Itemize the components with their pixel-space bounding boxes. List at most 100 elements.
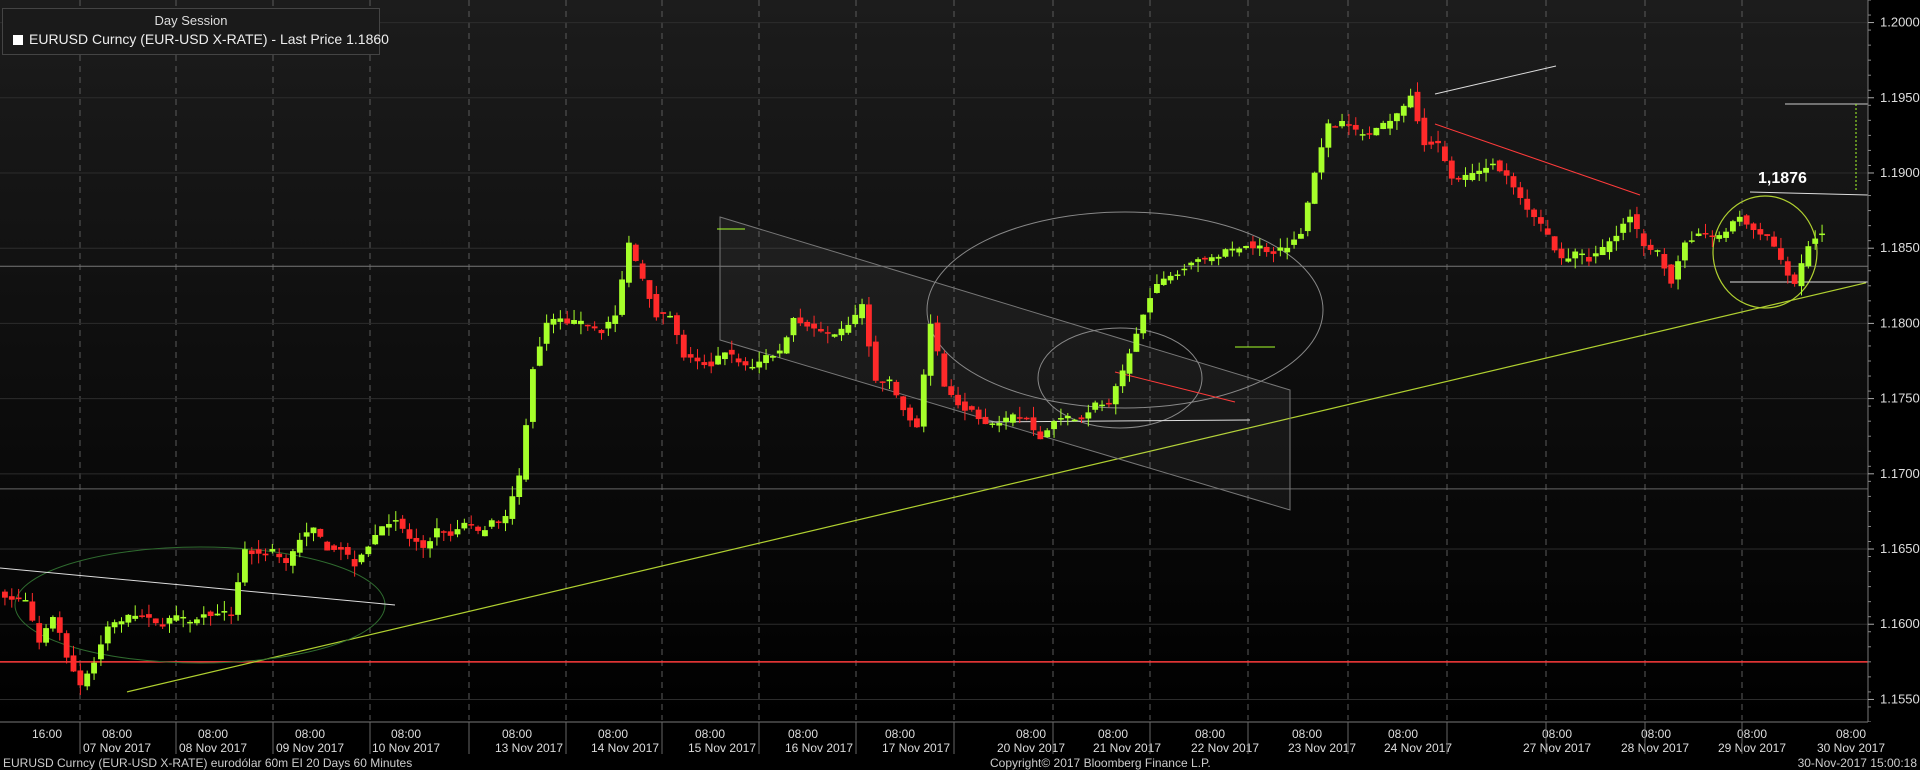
- candle-body: [591, 326, 598, 329]
- candle-body: [1263, 246, 1270, 253]
- candle-body: [530, 369, 536, 422]
- candle-body: [914, 418, 920, 428]
- candle-body: [701, 362, 708, 366]
- candle-body: [1716, 235, 1723, 239]
- x-time-label: 08:00: [1388, 727, 1418, 741]
- candle-body: [1126, 353, 1133, 374]
- candle-body: [1483, 167, 1489, 173]
- candle-body: [111, 622, 118, 628]
- candle-body: [1318, 147, 1325, 173]
- candle-body: [660, 312, 667, 314]
- x-date-label: 29 Nov 2017: [1718, 741, 1786, 755]
- candle-body: [1332, 126, 1339, 128]
- candle-body: [276, 553, 283, 558]
- candle-body: [1339, 121, 1345, 127]
- candle-body: [1119, 370, 1126, 387]
- y-axis: 1.2000 1.1950 1.1900 1.1850 1.1800 1.1750 1.17…: [1867, 0, 1920, 723]
- candle-body: [1298, 233, 1304, 239]
- candle-body: [1565, 258, 1572, 262]
- candle-body: [1572, 251, 1579, 259]
- candle-body: [1051, 421, 1057, 430]
- candle-body: [1208, 257, 1215, 262]
- candle-body: [948, 386, 955, 396]
- x-time-label: 08:00: [502, 727, 532, 741]
- candle-body: [365, 546, 372, 555]
- candle-body: [1400, 105, 1407, 116]
- candle-body: [427, 541, 433, 549]
- x-time-label: 08:00: [1836, 727, 1866, 741]
- candle-body: [1798, 263, 1805, 287]
- candle-body: [303, 532, 310, 537]
- candle-body: [255, 549, 262, 554]
- candle-body: [687, 354, 694, 358]
- candle-body: [1133, 333, 1140, 352]
- candle-body: [1222, 249, 1229, 257]
- candle-body: [1695, 233, 1702, 236]
- candle-body: [1819, 233, 1825, 236]
- candle-body: [1373, 127, 1380, 136]
- candle-body: [399, 518, 406, 529]
- candle-body: [1394, 113, 1400, 122]
- y-tick-label: 1.1550: [1880, 691, 1920, 706]
- candle-body: [742, 361, 749, 366]
- candle-body: [708, 361, 715, 367]
- x-time-label: 08:00: [695, 727, 725, 741]
- candle-body: [1462, 174, 1469, 180]
- candle-body: [1634, 214, 1640, 230]
- candle-body: [598, 329, 605, 334]
- x-time-label: 08:00: [1098, 727, 1128, 741]
- candle-body: [571, 320, 577, 324]
- x-date-label: 28 Nov 2017: [1621, 741, 1689, 755]
- candle-body: [221, 611, 228, 613]
- candle-body: [1387, 120, 1393, 129]
- candle-body: [29, 601, 36, 621]
- candle-body: [509, 496, 516, 519]
- candle-body: [1791, 274, 1798, 284]
- x-date-label: 27 Nov 2017: [1523, 741, 1591, 755]
- x-date-label: 09 Nov 2017: [276, 741, 344, 755]
- candle-body: [550, 318, 557, 325]
- price-chart: 1,1876 1.2000 1.1950 1.1900 1.1850 1.1800 1.1…: [0, 0, 1920, 770]
- candle-body: [1730, 221, 1736, 232]
- legend-entry: EURUSD Curncy (EUR-USD X-RATE) - Last Pr…: [13, 31, 389, 47]
- candle-body: [1003, 417, 1009, 423]
- candle-body: [15, 597, 22, 600]
- candle-body: [680, 334, 687, 358]
- x-time-label: 08:00: [198, 727, 228, 741]
- candle-body: [578, 320, 584, 325]
- candle-body: [214, 613, 221, 616]
- candle-body: [1037, 431, 1044, 440]
- y-tick-label: 1.2000: [1880, 15, 1920, 30]
- candle-body: [1195, 259, 1201, 262]
- candle-body: [1503, 170, 1510, 176]
- candle-body: [290, 551, 296, 566]
- candle-body: [1592, 253, 1599, 257]
- candle-body: [1181, 268, 1188, 271]
- candle-body: [2, 591, 8, 598]
- candle-body: [893, 381, 900, 396]
- candle-body: [770, 356, 776, 358]
- candle-body: [139, 615, 145, 617]
- candle-body: [372, 535, 379, 545]
- candle-body: [22, 600, 29, 602]
- candle-body: [564, 318, 571, 324]
- candle-body: [626, 242, 632, 283]
- candle-body: [927, 323, 934, 376]
- candle-body: [605, 321, 612, 329]
- x-date-label: 15 Nov 2017: [688, 741, 756, 755]
- candle-body: [1647, 244, 1654, 250]
- x-date-label: 07 Nov 2017: [83, 741, 151, 755]
- candle-body: [667, 315, 673, 318]
- candle-body: [269, 549, 276, 552]
- candle-body: [194, 619, 200, 624]
- x-date-label: 08 Nov 2017: [179, 741, 247, 755]
- legend-series-label: EURUSD Curncy (EUR-USD X-RATE) - Last Pr…: [29, 31, 389, 47]
- legend-swatch: [13, 35, 23, 45]
- x-time-label: 08:00: [391, 727, 421, 741]
- candle-body: [1250, 241, 1256, 249]
- x-date-label: 13 Nov 2017: [495, 741, 563, 755]
- candle-body: [1380, 122, 1387, 130]
- candle-body: [975, 409, 982, 420]
- candle-body: [1106, 402, 1112, 405]
- y-tick-label: 1.1800: [1880, 315, 1920, 330]
